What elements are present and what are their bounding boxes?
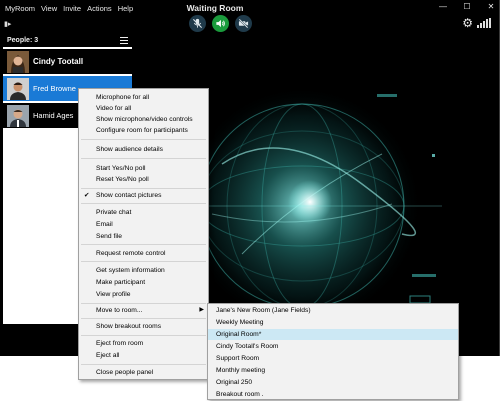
- avatar: [7, 51, 29, 73]
- menu-item-show-audience-details[interactable]: Show audience details: [79, 144, 208, 155]
- room-option[interactable]: Weekly Meeting: [208, 317, 458, 328]
- menu-item-view-profile[interactable]: View profile: [79, 289, 208, 300]
- menu-item-show-contact-pictures[interactable]: ✔ Show contact pictures: [79, 190, 208, 201]
- room-option[interactable]: Cindy Tootall's Room: [208, 341, 458, 352]
- avatar: [7, 78, 29, 100]
- menu-item-show-breakout-rooms[interactable]: Show breakout rooms: [79, 321, 208, 332]
- gear-icon[interactable]: ⚙: [462, 16, 473, 30]
- menu-item-get-system-info[interactable]: Get system information: [79, 265, 208, 276]
- avatar: [7, 105, 29, 127]
- menu-separator: [81, 335, 206, 336]
- menu-icon[interactable]: [120, 37, 128, 44]
- menu-item-close-people-panel[interactable]: Close people panel: [79, 367, 208, 378]
- people-panel-header: People: 3: [3, 34, 132, 47]
- menu-item-private-chat[interactable]: Private chat: [79, 207, 208, 218]
- move-to-room-submenu: Jane's New Room (Jane Fields) Weekly Mee…: [207, 303, 459, 400]
- maximize-icon[interactable]: ☐: [462, 2, 472, 11]
- menu-item-request-remote-control[interactable]: Request remote control: [79, 248, 208, 259]
- menu-separator: [81, 261, 206, 262]
- video-off-icon: [238, 18, 249, 29]
- people-count: People: 3: [7, 37, 39, 44]
- room-option[interactable]: Original 250: [208, 377, 458, 388]
- menu-item-eject-from-room[interactable]: Eject from room: [79, 338, 208, 349]
- person-name: Hamid Ages: [33, 111, 74, 120]
- video-toggle-button[interactable]: [235, 15, 252, 32]
- room-option-highlighted[interactable]: Original Room*: [208, 329, 458, 340]
- menu-separator: [81, 303, 206, 304]
- person-name: Fred Browne: [33, 84, 76, 93]
- menu-item-make-participant[interactable]: Make participant: [79, 277, 208, 288]
- menu-separator: [81, 188, 206, 189]
- menu-separator: [81, 139, 206, 140]
- room-option[interactable]: Monthly meeting: [208, 365, 458, 376]
- submenu-arrow-icon: ▶: [199, 307, 204, 313]
- menu-item-configure-room[interactable]: Configure room for participants: [79, 125, 208, 136]
- menu-item-microphone-for-all[interactable]: Microphone for all: [79, 92, 208, 103]
- context-menu: Microphone for all Video for all Show mi…: [78, 88, 209, 380]
- person-row[interactable]: Cindy Tootall: [3, 49, 132, 74]
- mic-toggle-button[interactable]: [189, 15, 206, 32]
- menu-separator: [81, 364, 206, 365]
- person-name: Cindy Tootall: [33, 57, 84, 66]
- checkmark-icon: ✔: [84, 192, 90, 199]
- collapse-panel-icon[interactable]: ▮▸: [4, 20, 11, 28]
- menu-item-email[interactable]: Email: [79, 219, 208, 230]
- menu-separator: [81, 158, 206, 159]
- minimize-icon[interactable]: —: [438, 2, 448, 11]
- menu-item-label: Show contact pictures: [96, 192, 162, 199]
- room-option[interactable]: Support Room: [208, 353, 458, 364]
- window-title: Waiting Room: [186, 3, 244, 13]
- close-icon[interactable]: ✕: [486, 2, 496, 11]
- menu-separator: [81, 318, 206, 319]
- menu-item-eject-all[interactable]: Eject all: [79, 350, 208, 361]
- speaker-icon: [216, 19, 225, 28]
- room-option[interactable]: Jane's New Room (Jane Fields): [208, 305, 458, 316]
- window-controls: — ☐ ✕: [438, 2, 496, 11]
- menu-item-show-mic-video-controls[interactable]: Show microphone/video controls: [79, 114, 208, 125]
- menu-item-move-to-room[interactable]: Move to room... ▶: [79, 305, 208, 316]
- signal-icon: [477, 18, 491, 28]
- menu-item-start-poll[interactable]: Start Yes/No poll: [79, 163, 208, 174]
- menu-item-video-for-all[interactable]: Video for all: [79, 103, 208, 114]
- menu-separator: [81, 244, 206, 245]
- menu-item-label: Move to room...: [96, 307, 143, 314]
- menu-separator: [81, 203, 206, 204]
- title-bar: MyRoom View Invite Actions Help Waiting …: [0, 0, 499, 17]
- menu-item-reset-poll[interactable]: Reset Yes/No poll: [79, 174, 208, 185]
- room-option[interactable]: Breakout room .: [208, 389, 458, 400]
- mic-off-icon: [192, 18, 203, 29]
- menu-item-send-file[interactable]: Send file: [79, 231, 208, 242]
- speaker-toggle-button[interactable]: [212, 15, 229, 32]
